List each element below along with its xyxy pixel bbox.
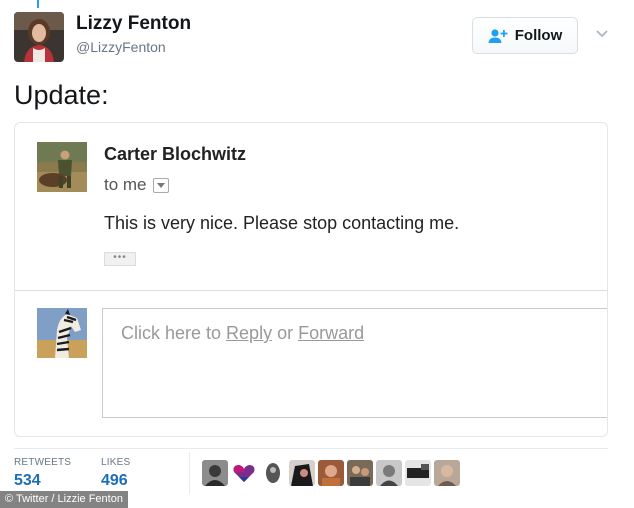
liker-avatar[interactable] [405,460,431,486]
stats-divider [14,448,608,449]
person-plus-icon [488,28,508,43]
thread-line [37,0,39,8]
recipient-avatar [37,308,87,358]
reply-link: Reply [226,323,273,343]
liker-avatar[interactable] [202,460,228,486]
author-avatar[interactable] [14,12,64,62]
liker-avatar[interactable] [347,460,373,486]
liker-avatar[interactable] [318,460,344,486]
trimmed-content-toggle: ••• [104,252,136,266]
follow-button[interactable]: Follow [472,17,578,54]
likes-label: LIKES [101,457,131,468]
retweets-label: RETWEETS [14,457,72,468]
sender-avatar [37,142,87,192]
likes-stat[interactable]: LIKES 496 [101,457,130,490]
reply-box: Click here to Reply or Forward [102,308,607,418]
liker-avatar[interactable] [231,460,257,486]
liker-avatar[interactable] [434,460,460,486]
likes-count: 496 [101,472,128,489]
liker-avatar[interactable] [376,460,402,486]
attached-email-image[interactable]: Carter Blochwitz to me This is very nice… [14,122,608,437]
email-divider [15,290,607,291]
to-me-label: to me [104,175,147,194]
follow-label: Follow [514,27,563,44]
tweet-text: Update: [14,80,109,110]
author-name[interactable]: Lizzy Fenton [76,13,191,35]
chevron-down-icon[interactable] [592,26,612,42]
liker-avatar[interactable] [289,460,315,486]
email-body: This is very nice. Please stop contactin… [104,213,460,233]
retweets-stat[interactable]: RETWEETS 534 [14,457,71,490]
reply-prompt-prefix: Click here to [121,323,227,343]
email-recipient-line: to me [104,175,169,195]
reply-prompt-middle: or [272,323,299,343]
photo-credit: © Twitter / Lizzie Fenton [0,491,128,508]
forward-link: Forward [298,323,365,343]
email-sender: Carter Blochwitz [104,144,247,164]
liker-avatar[interactable] [260,460,286,486]
stats-separator [189,452,190,494]
reply-prompt: Click here to Reply or Forward [121,323,364,344]
caret-down-icon [152,177,169,193]
author-handle[interactable]: @LizzyFenton [76,39,166,55]
liker-avatars [202,460,460,486]
retweets-count: 534 [14,472,41,489]
